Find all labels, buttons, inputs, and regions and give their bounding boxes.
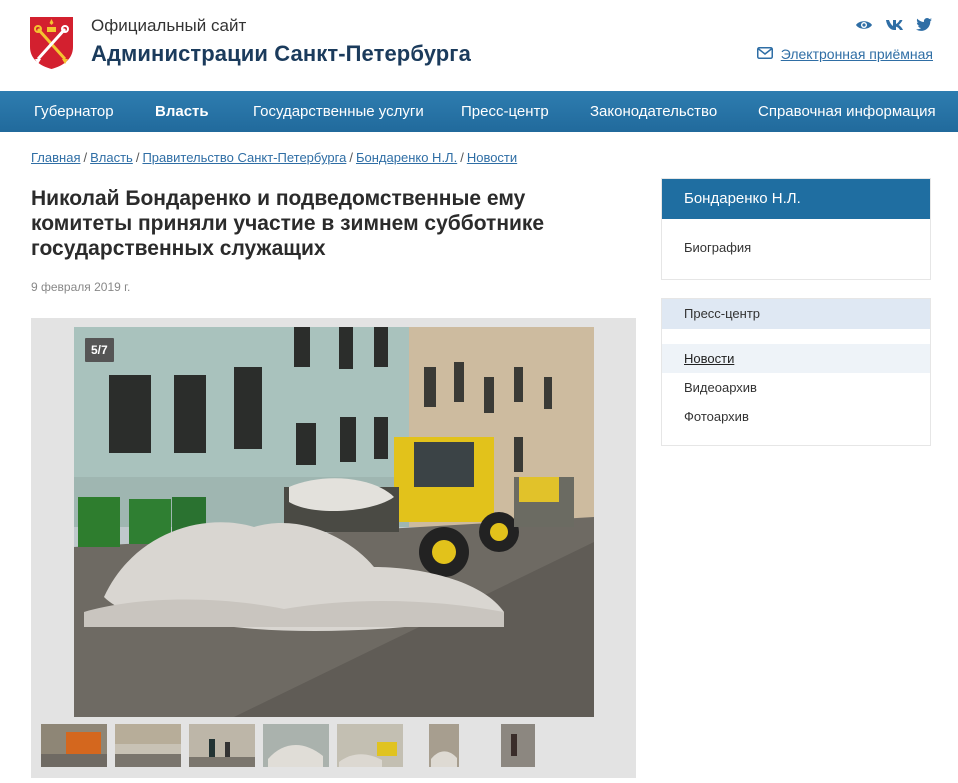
coat-of-arms-logo[interactable] [28,15,75,70]
person-menu: Бондаренко Н.Л. Биография [661,178,931,280]
breadcrumb-separator: / [135,150,140,165]
sidebar-item-biography[interactable]: Биография [662,233,930,262]
nav-item-authority[interactable]: Власть [155,91,209,132]
person-menu-heading[interactable]: Бондаренко Н.Л. [662,179,930,219]
gallery-thumbnail[interactable] [263,724,329,767]
breadcrumb-home[interactable]: Главная [31,150,80,165]
photo-gallery: 5/7 [31,318,636,778]
site-title[interactable]: Администрации Санкт-Петербурга [91,41,471,67]
breadcrumb-authority[interactable]: Власть [90,150,133,165]
main-navigation: Губернатор Власть Государственные услуги… [0,91,958,132]
press-center-menu: Пресс-центр Новости Видеоархив Фотоархив [661,298,931,446]
breadcrumb-separator: / [83,150,88,165]
gallery-thumbnail[interactable] [41,724,107,767]
electronic-reception-link[interactable]: Электронная приёмная [756,46,933,62]
gallery-thumbnail[interactable] [411,724,477,767]
sidebar-item-video-archive[interactable]: Видеоархив [662,373,930,402]
nav-item-legislation[interactable]: Законодательство [590,91,717,132]
nav-item-reference-info[interactable]: Справочная информация [758,91,936,132]
breadcrumb-government[interactable]: Правительство Санкт-Петербурга [142,150,346,165]
article-title: Николай Бондаренко и подведомственные ем… [31,187,545,260]
breadcrumb-news[interactable]: Новости [467,150,517,165]
vk-icon[interactable] [885,18,904,36]
breadcrumb: Главная / Власть / Правительство Санкт-Петер… [31,150,517,165]
nav-item-governor[interactable]: Губернатор [34,91,114,132]
gallery-main-photo[interactable]: 5/7 [74,327,594,717]
sidebar-item-photo-archive[interactable]: Фотоархив [662,402,930,431]
press-center-heading[interactable]: Пресс-центр [662,299,930,329]
nav-item-press-center[interactable]: Пресс-центр [461,91,549,132]
breadcrumb-separator: / [460,150,464,165]
reception-label: Электронная приёмная [780,46,933,62]
gallery-thumbnail[interactable] [189,724,255,767]
breadcrumb-separator: / [349,150,353,165]
gallery-thumbnail[interactable] [115,724,181,767]
photo-counter: 5/7 [85,338,114,362]
gallery-thumbnail[interactable] [485,724,551,767]
envelope-icon [756,46,773,62]
sidebar-item-news[interactable]: Новости [662,344,930,373]
breadcrumb-person[interactable]: Бондаренко Н.Л. [356,150,457,165]
article-date: 9 февраля 2019 г. [31,280,131,294]
eye-icon[interactable] [855,18,873,36]
nav-item-public-services[interactable]: Государственные услуги [253,91,424,132]
social-links [855,18,932,36]
twitter-icon[interactable] [916,18,932,36]
site-header: Официальный сайт Администрации Санкт-Пет… [0,0,958,91]
site-subtitle: Официальный сайт [91,16,247,35]
gallery-thumbnail[interactable] [337,724,403,767]
